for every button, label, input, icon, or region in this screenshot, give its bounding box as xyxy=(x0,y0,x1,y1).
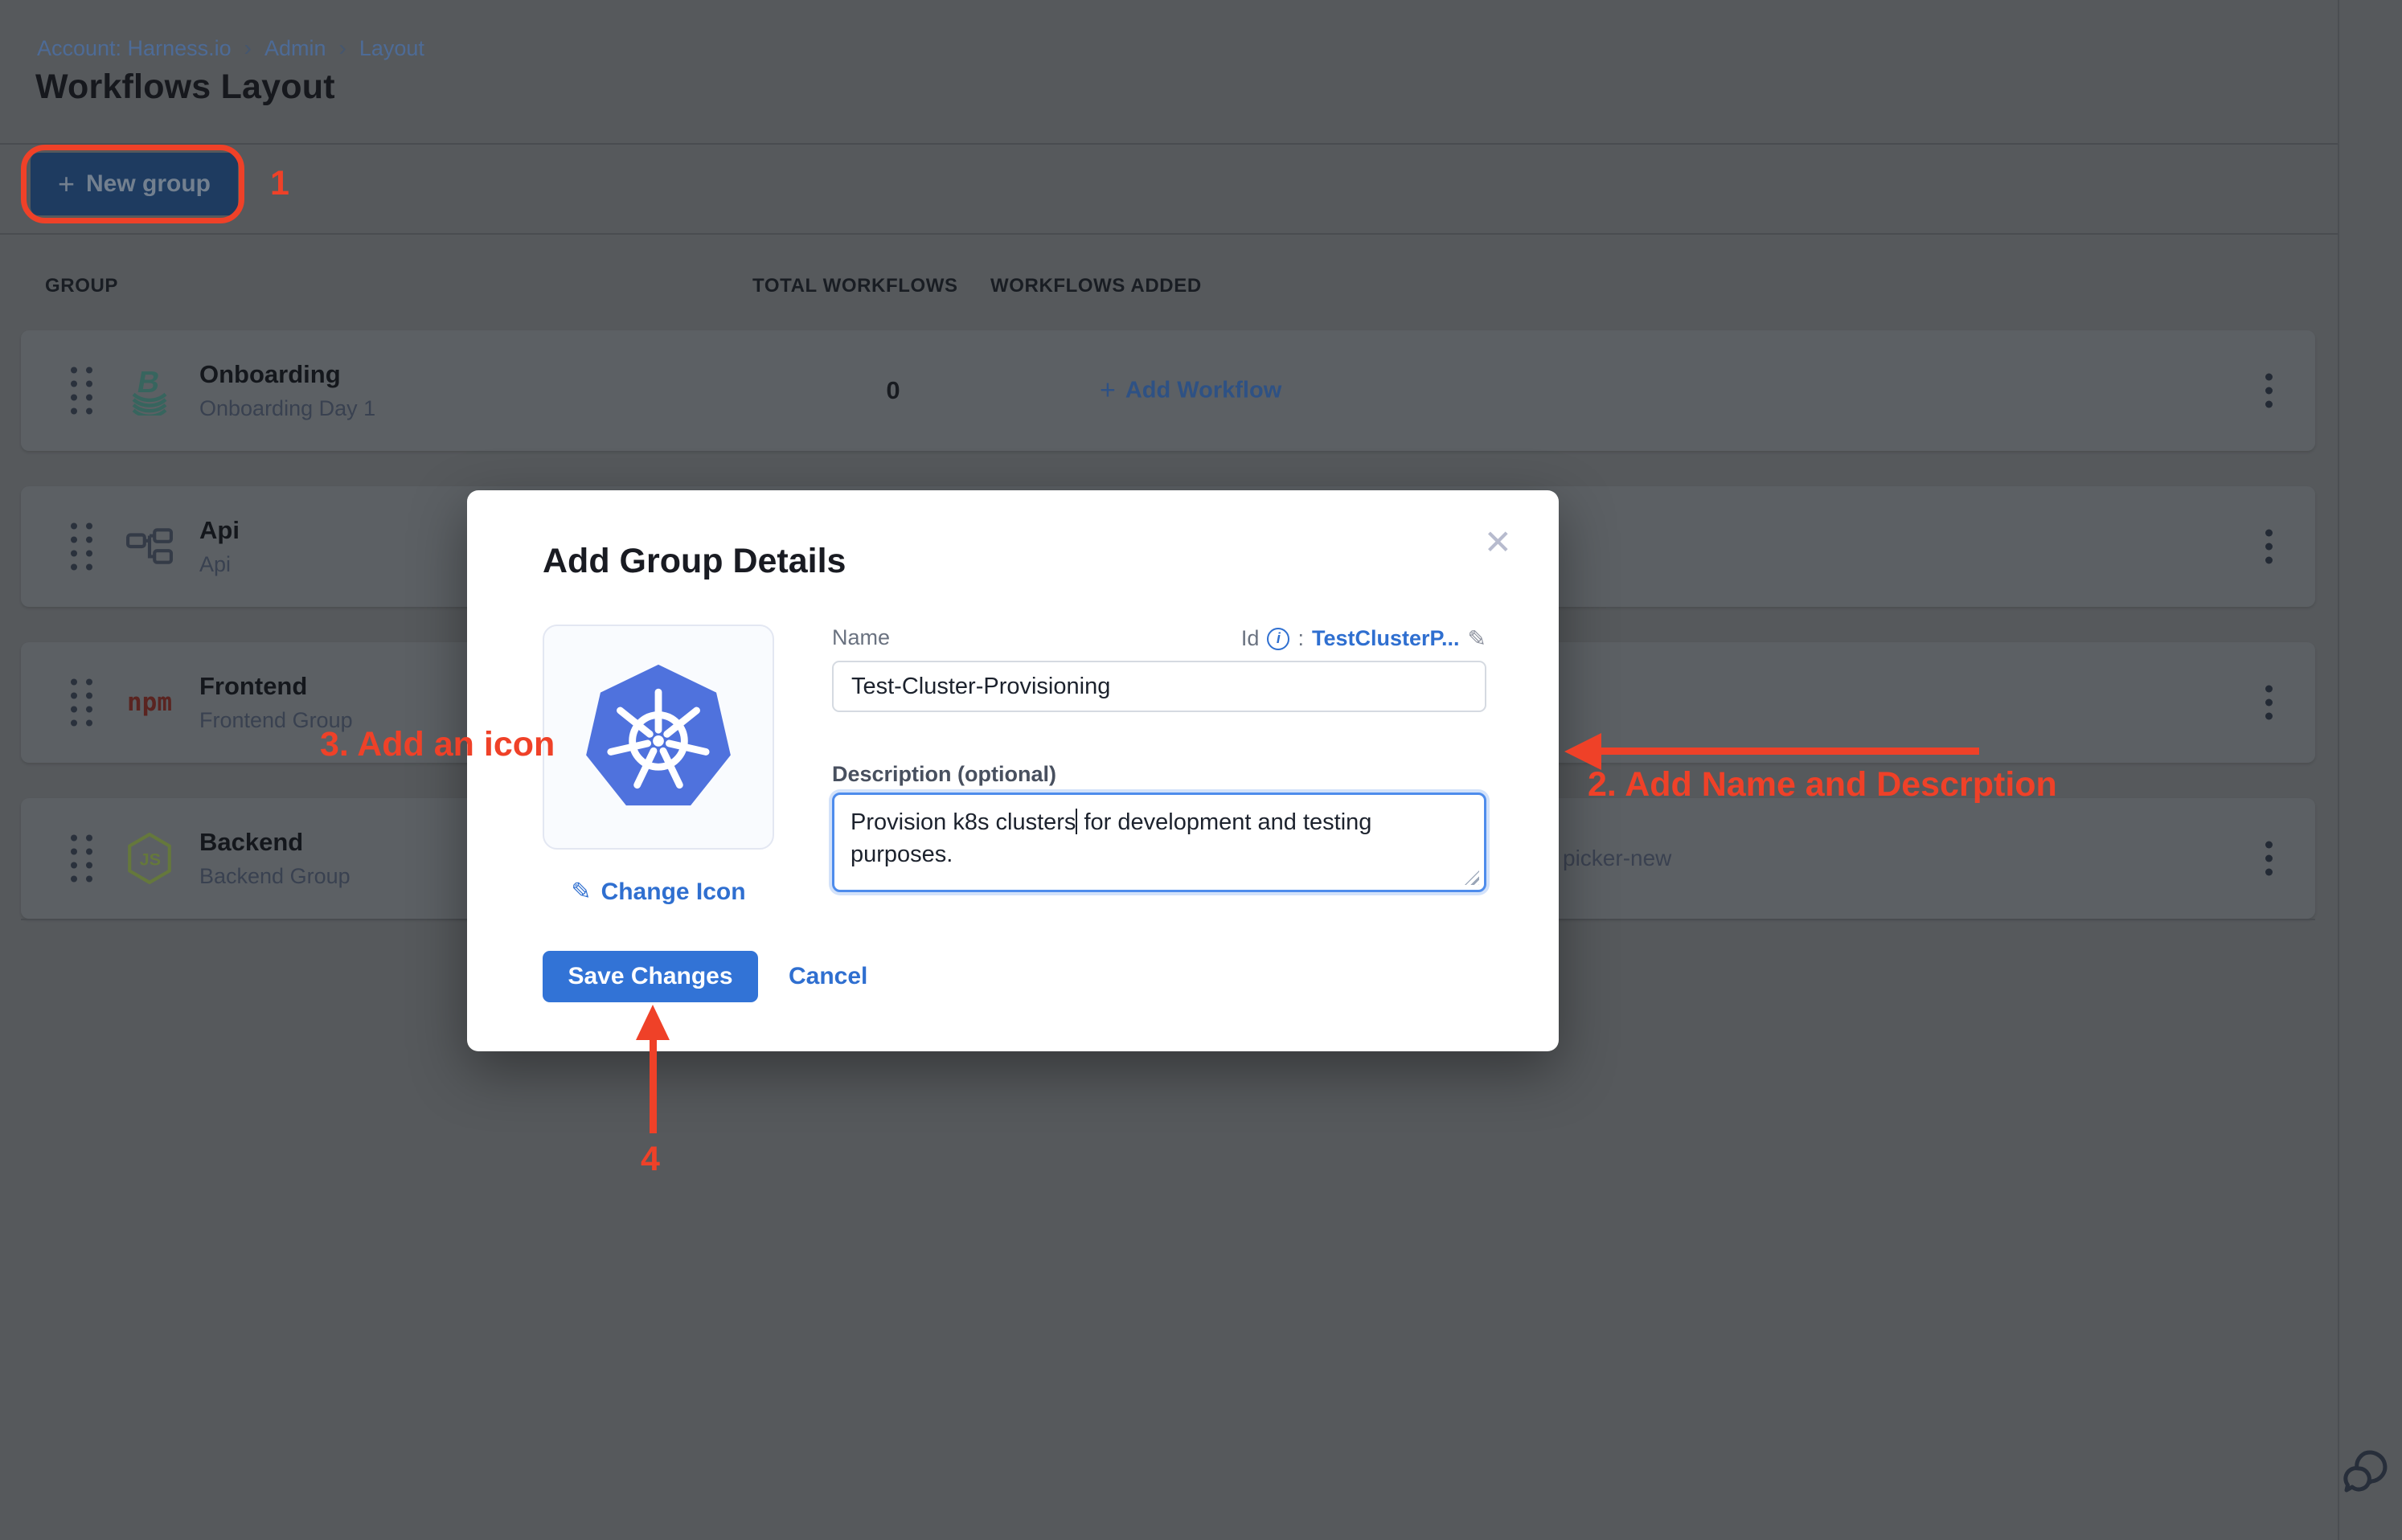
table-row: B Onboarding Onboarding Day 1 0 + Add Wo… xyxy=(21,330,2315,451)
annotation-step-1: 1 xyxy=(270,164,289,203)
column-header-group: GROUP xyxy=(45,275,118,297)
save-changes-button[interactable]: Save Changes xyxy=(543,951,758,1002)
divider xyxy=(0,233,2338,235)
modal-title: Add Group Details xyxy=(543,542,846,581)
drag-handle-icon[interactable] xyxy=(71,367,92,415)
column-header-workflows-added: WORKFLOWS ADDED xyxy=(990,275,1202,297)
close-icon[interactable]: ✕ xyxy=(1484,526,1512,559)
resize-grip-icon[interactable] xyxy=(1465,870,1479,885)
svg-text:JS: JS xyxy=(140,849,162,869)
pencil-icon: ✎ xyxy=(571,878,591,906)
add-workflow-button[interactable]: + Add Workflow xyxy=(1100,375,1281,407)
annotation-arrow-shaft xyxy=(1600,747,1979,755)
group-name: Onboarding xyxy=(199,360,375,389)
row-menu-kebab-icon[interactable] xyxy=(2257,366,2281,416)
drag-handle-icon[interactable] xyxy=(71,835,92,883)
annotation-arrow-shaft xyxy=(650,1038,657,1133)
onboarding-layers-icon: B xyxy=(124,365,175,416)
name-field-label: Name xyxy=(832,625,890,650)
info-icon[interactable]: i xyxy=(1267,628,1289,650)
id-value-link[interactable]: TestClusterP... xyxy=(1312,626,1460,651)
group-name: Backend xyxy=(199,828,350,857)
group-name: Frontend xyxy=(199,672,353,701)
chevron-right-icon: › xyxy=(338,35,346,61)
group-name: Api xyxy=(199,516,240,545)
row-menu-kebab-icon[interactable] xyxy=(2257,522,2281,572)
group-subtitle: Backend Group xyxy=(199,864,350,889)
edit-id-pencil-icon[interactable]: ✎ xyxy=(1468,625,1486,652)
annotation-step-3: 3. Add an icon xyxy=(320,725,555,764)
page-title: Workflows Layout xyxy=(35,68,335,107)
breadcrumb: Account: Harness.io › Admin › Layout xyxy=(37,35,424,61)
id-label: Id xyxy=(1241,626,1260,651)
description-field-label: Description (optional) xyxy=(832,762,1056,787)
plus-icon: + xyxy=(1100,375,1116,407)
drag-handle-icon[interactable] xyxy=(71,523,92,571)
annotation-arrow-up-icon xyxy=(636,1005,670,1040)
svg-text:B: B xyxy=(134,366,162,399)
row-menu-kebab-icon[interactable] xyxy=(2257,678,2281,728)
breadcrumb-admin-link[interactable]: Admin xyxy=(264,36,326,61)
npm-icon: npm xyxy=(124,677,175,728)
change-icon-button[interactable]: ✎ Change Icon xyxy=(543,878,774,906)
id-separator: : xyxy=(1297,626,1304,651)
total-workflows-value: 0 xyxy=(857,376,929,405)
change-icon-label: Change Icon xyxy=(601,879,746,906)
cancel-button[interactable]: Cancel xyxy=(789,951,867,1002)
workflow-chip-partial-label: picker-new xyxy=(1563,846,1671,871)
annotation-step-4: 4 xyxy=(641,1140,660,1179)
annotation-step-2: 2. Add Name and Descrption xyxy=(1588,765,2057,805)
divider xyxy=(0,143,2338,145)
chevron-right-icon: › xyxy=(244,35,252,61)
column-header-total-workflows: TOTAL WORKFLOWS xyxy=(752,275,958,297)
flowchart-icon xyxy=(124,521,175,572)
entity-id-row: Id i : TestClusterP... ✎ xyxy=(1241,625,1486,652)
row-menu-kebab-icon[interactable] xyxy=(2257,833,2281,884)
group-icon-preview[interactable] xyxy=(543,625,774,850)
add-group-details-modal: ✕ Add Group Details ✎ Change Icon Name I… xyxy=(467,490,1559,1051)
drag-handle-icon[interactable] xyxy=(71,679,92,727)
name-input[interactable] xyxy=(832,661,1486,712)
annotation-highlight-box xyxy=(21,145,244,223)
description-text: Provision k8s clusters xyxy=(851,809,1076,835)
right-panel-divider xyxy=(2338,0,2339,1540)
breadcrumb-account-link[interactable]: Account: Harness.io xyxy=(37,36,232,61)
group-subtitle: Api xyxy=(199,552,240,577)
support-chat-icon[interactable] xyxy=(2341,1442,2399,1500)
description-textarea[interactable]: Provision k8s clusters for development a… xyxy=(832,793,1486,892)
add-workflow-label: Add Workflow xyxy=(1125,378,1281,404)
group-subtitle: Onboarding Day 1 xyxy=(199,396,375,421)
kubernetes-icon xyxy=(580,658,737,816)
nodejs-icon: JS xyxy=(124,833,175,884)
breadcrumb-layout-link[interactable]: Layout xyxy=(359,36,424,61)
